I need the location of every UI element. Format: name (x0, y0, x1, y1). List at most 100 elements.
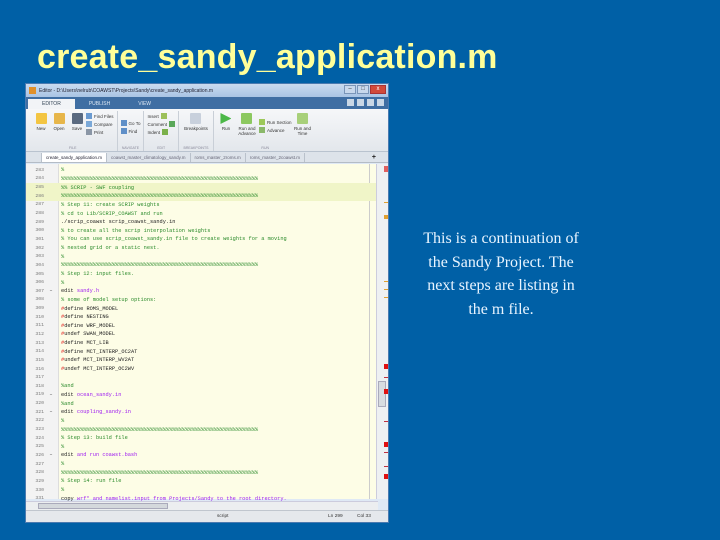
code-line[interactable]: 310 #define NESTING (26, 313, 378, 322)
breakpoint-marker[interactable]: – (46, 452, 56, 458)
horizontal-scrollbar[interactable] (26, 501, 378, 510)
group-navigate: Go To Find NAVIGATE (118, 111, 145, 151)
code-line[interactable]: 311 #define WRF_MODEL (26, 322, 378, 331)
code-line[interactable]: 317 (26, 373, 378, 382)
code-keyword: edit (61, 288, 74, 295)
save-button[interactable]: Save (68, 111, 86, 151)
tab-publish[interactable]: PUBLISH (75, 99, 124, 109)
help-icon[interactable] (377, 99, 384, 106)
quick-copy-icon[interactable] (357, 99, 364, 106)
code-line[interactable]: 323%%%%%%%%%%%%%%%%%%%%%%%%%%%%%%%%%%%%%… (26, 425, 378, 434)
code-line[interactable]: 329 % Step 14: run file (26, 477, 378, 486)
doc-tab-roms-master-2coawst[interactable]: roms_master_2coawst.m (246, 153, 306, 162)
code-line[interactable]: 286%%%%%%%%%%%%%%%%%%%%%%%%%%%%%%%%%%%%%… (26, 191, 378, 201)
code-line[interactable]: 289 ./scrip_coawst scrip_coawst_sandy.in (26, 218, 378, 227)
code-editor[interactable]: 283% 284%%%%%%%%%%%%%%%%%%%%%%%%%%%%%%%%%… (26, 164, 378, 522)
comment-button[interactable]: Comment (147, 121, 175, 127)
code-line[interactable]: 304%%%%%%%%%%%%%%%%%%%%%%%%%%%%%%%%%%%%%… (26, 261, 378, 270)
line-indicator: Ln 299 (328, 514, 343, 519)
code-line[interactable]: 307– edit sandy.h (26, 287, 378, 296)
code-line[interactable]: 303% (26, 252, 378, 261)
code-line[interactable]: 325% (26, 443, 378, 452)
code-line[interactable]: 284%%%%%%%%%%%%%%%%%%%%%%%%%%%%%%%%%%%%%… (26, 175, 378, 184)
code-text: % (61, 417, 65, 424)
doc-tab-create-sandy-application[interactable]: create_sandy_application.m (42, 153, 108, 162)
line-number: 321 (35, 409, 44, 415)
quick-paste-icon[interactable] (367, 99, 374, 106)
code-line[interactable]: 319– edit ocean_sandy.in (26, 391, 378, 400)
minimize-button[interactable]: – (344, 85, 356, 94)
horizontal-scrollbar-thumb[interactable] (38, 503, 168, 509)
line-number: 326 (35, 452, 44, 458)
code-line[interactable]: 330% (26, 486, 378, 495)
run-button[interactable]: Run (217, 111, 235, 151)
code-line[interactable]: 309 #define ROMS_MODEL (26, 304, 378, 313)
line-number: 319 (35, 392, 44, 398)
new-tab-button[interactable]: + (368, 153, 380, 162)
code-line[interactable]: 287 % Step 11: create SCRIP weights (26, 201, 378, 210)
code-line[interactable]: 306% (26, 278, 378, 287)
tab-view[interactable]: VIEW (124, 99, 165, 109)
run-and-time-button[interactable]: Run and Time (291, 111, 313, 151)
code-line[interactable]: 283% (26, 166, 378, 175)
tab-list-button[interactable] (28, 153, 42, 162)
code-line[interactable]: 314 #define MCT_INTERP_OC2AT (26, 347, 378, 356)
open-button[interactable]: Open (50, 111, 68, 151)
code-line[interactable]: 308 % some of model setup options: (26, 296, 378, 305)
code-line[interactable]: 326– edit and run coawst.bash (26, 451, 378, 460)
breakpoint-marker[interactable]: – (46, 392, 56, 398)
code-line[interactable]: 305 % Step 12: input files. (26, 270, 378, 279)
code-line[interactable]: 328%%%%%%%%%%%%%%%%%%%%%%%%%%%%%%%%%%%%%… (26, 468, 378, 477)
code-line[interactable]: 288 % cd to Lib/SCRIP_COAWST and run (26, 209, 378, 218)
code-text: %%%%%%%%%%%%%%%%%%%%%%%%%%%%%%%%%%%%%%%%… (61, 469, 259, 476)
code-line[interactable]: 301 % You can use scrip_coawst_sandy.in f… (26, 235, 378, 244)
indent-button[interactable]: Indent (147, 129, 175, 135)
maximize-button[interactable]: □ (357, 85, 369, 94)
ribbon-tabs: EDITOR PUBLISH VIEW (26, 97, 388, 109)
scrollbar-thumb[interactable] (378, 381, 386, 407)
close-button[interactable]: x (370, 85, 386, 94)
doc-tab-roms-master-2roms[interactable]: roms_master_2roms.m (191, 153, 246, 162)
run-and-advance-button[interactable]: Run and Advance (235, 111, 259, 151)
run-section-button[interactable]: Run Section (258, 119, 291, 125)
breakpoints-button[interactable]: Breakpoints (182, 111, 210, 151)
code-line[interactable]: 324 % Step 13: build file (26, 434, 378, 443)
code-line[interactable]: 322% (26, 417, 378, 426)
insert-button[interactable]: Insert (147, 113, 175, 119)
tab-editor[interactable]: EDITOR (28, 99, 75, 109)
code-line[interactable]: 315 #undef MCT_INTERP_WV2AT (26, 356, 378, 365)
find-button[interactable]: Find (120, 128, 141, 134)
find-files-button[interactable]: Find Files (86, 113, 114, 119)
quick-access-toolbar (347, 99, 384, 106)
code-text: #define WRF_MODEL (56, 323, 115, 329)
code-line[interactable]: 285 %% SCRIP - SWF coupling (26, 183, 378, 192)
code-line[interactable]: 300 % to create all the scrip interpolati… (26, 226, 378, 235)
line-number: 315 (35, 357, 44, 363)
window-titlebar: Editor - D:\Users\nelrub\COAWST\Projects… (26, 84, 388, 97)
code-line[interactable]: 312 #undef SWAN_MODEL (26, 330, 378, 339)
group-breakpoints: Breakpoints BREAKPOINTS (179, 111, 214, 151)
line-number: 322 (35, 418, 44, 424)
doc-tab-coawst-master-climatology[interactable]: coawst_master_climatology_sandy.m (107, 153, 191, 162)
print-button[interactable]: Print (86, 129, 114, 135)
code-line[interactable]: 327% (26, 460, 378, 469)
code-text: %and (61, 400, 74, 407)
code-line[interactable]: 316 #undef MCT_INTERP_OC2WV (26, 365, 378, 374)
new-button[interactable]: New (32, 111, 50, 151)
vertical-scrollbar[interactable] (376, 164, 388, 499)
quick-save-icon[interactable] (347, 99, 354, 106)
code-line[interactable]: 320 %and (26, 399, 378, 408)
code-line[interactable]: 318 %and (26, 382, 378, 391)
advance-button[interactable]: Advance (258, 127, 292, 133)
breakpoint-marker[interactable]: – (46, 409, 56, 415)
code-line[interactable]: 321– edit coupling_sandy.in (26, 408, 378, 417)
run-section-icon (258, 119, 265, 125)
code-keyword: define (64, 322, 84, 329)
code-text: %and (61, 383, 74, 390)
code-line[interactable]: 302 % nested grid or a static nest. (26, 244, 378, 253)
goto-button[interactable]: Go To (120, 120, 140, 126)
line-number: 314 (35, 349, 44, 355)
code-line[interactable]: 313 #define MCT_LIB (26, 339, 378, 348)
breakpoint-marker[interactable]: – (46, 288, 56, 294)
compare-button[interactable]: Compare (86, 121, 114, 127)
